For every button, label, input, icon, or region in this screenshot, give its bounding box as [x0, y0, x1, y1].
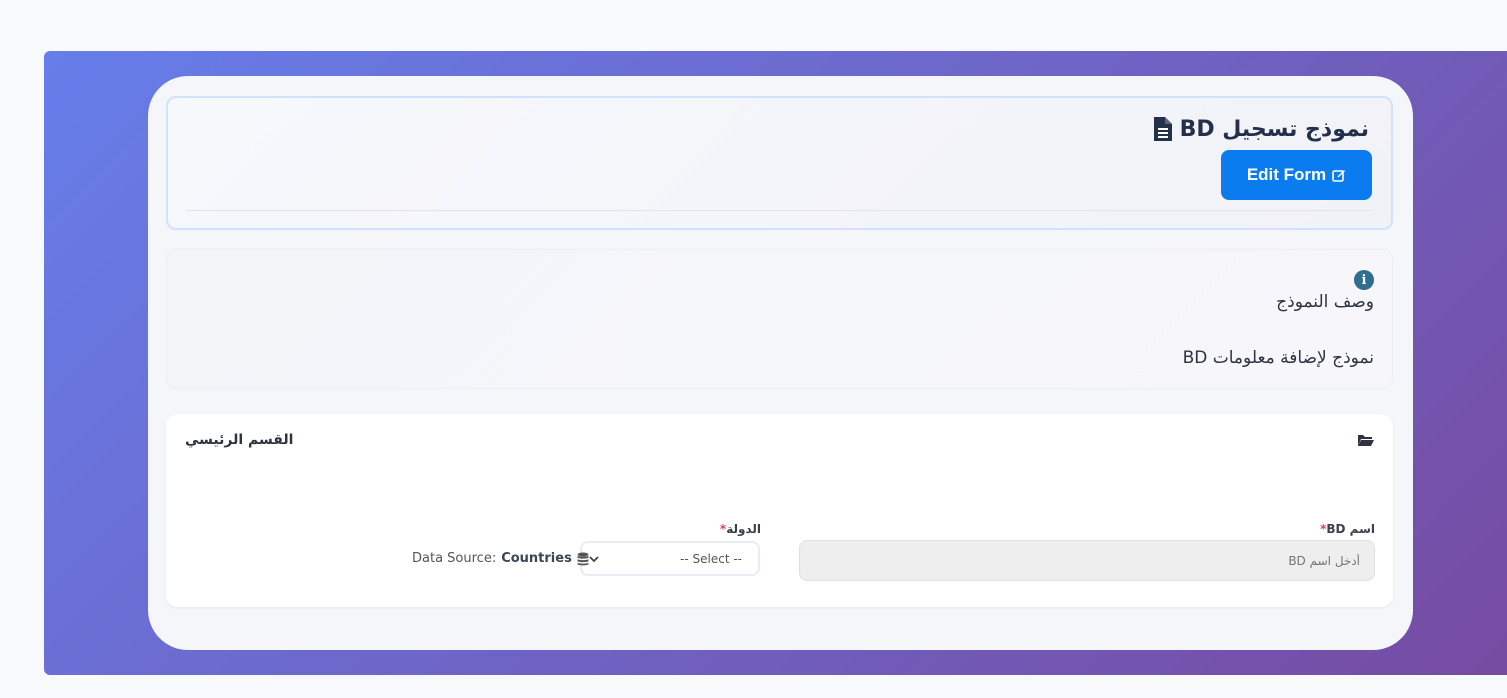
description-label: وصف النموذج: [1276, 292, 1374, 312]
country-select-value: -- Select --: [680, 551, 742, 566]
folder-open-icon: [1358, 435, 1374, 446]
header-divider: [186, 210, 1371, 211]
database-icon: [577, 552, 589, 565]
file-icon: [1153, 117, 1172, 141]
form-header: نموذج تسجيل BD Edit Form: [166, 96, 1393, 230]
country-field-label: الدولة*: [714, 522, 761, 536]
data-source-label: Data Source:: [412, 551, 497, 566]
bd-name-input[interactable]: [799, 540, 1375, 581]
country-label-text: الدولة: [726, 522, 761, 536]
page-title: نموذج تسجيل BD: [1179, 116, 1369, 142]
edit-form-label: Edit Form: [1246, 165, 1327, 184]
description-box: i وصف النموذج نموذج لإضافة معلومات BD: [166, 249, 1393, 389]
info-icon: i: [1354, 270, 1374, 290]
form-title-row: نموذج تسجيل BD: [1152, 116, 1369, 142]
form-card: نموذج تسجيل BD Edit Form i وصف النموذج ن…: [148, 76, 1413, 650]
country-select[interactable]: -- Select --: [580, 541, 760, 576]
section-title: القسم الرئيسي: [185, 432, 294, 448]
main-section: القسم الرئيسي اسم BD* الدولة* -- Select …: [166, 414, 1393, 607]
chevron-down-icon: [589, 555, 599, 562]
description-value: نموذج لإضافة معلومات BD: [1182, 348, 1374, 368]
edit-icon: [1332, 170, 1346, 182]
name-label-text: اسم BD: [1326, 522, 1375, 536]
name-field-label: اسم BD*: [1314, 522, 1375, 536]
edit-form-button[interactable]: Edit Form: [1221, 150, 1372, 200]
data-source-value: Countries: [501, 551, 572, 566]
data-source-info: Data Source: Countries: [412, 551, 589, 566]
